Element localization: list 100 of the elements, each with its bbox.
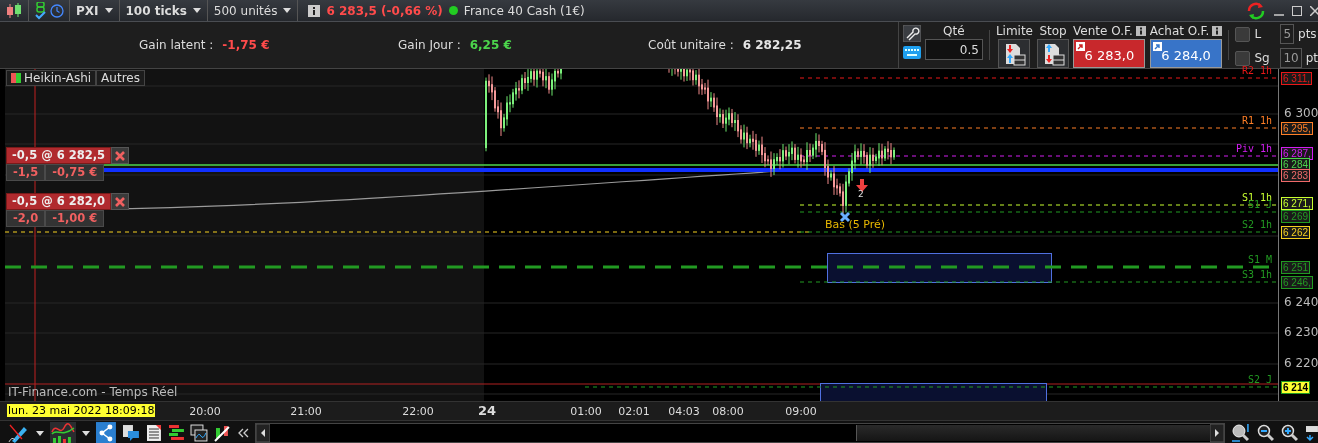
down-arrow-icon [856, 179, 868, 192]
caret-icon [192, 8, 201, 13]
level-label: R2 1h [1241, 65, 1272, 76]
symbol-dropdown[interactable]: PXI [70, 0, 120, 21]
limit-label: Limite [995, 24, 1033, 38]
scroll-right-icon[interactable] [1210, 424, 1225, 442]
summary-value: -1,75 € [222, 38, 270, 52]
price-tick: 6 300 [1284, 106, 1318, 120]
time-tick: 21:00 [289, 405, 323, 418]
zoom-out-icon[interactable] [1257, 424, 1276, 442]
order-pnl: -1,00 € [45, 210, 105, 227]
double-chevron-icon[interactable] [237, 428, 250, 438]
horizontal-scrollbar[interactable] [255, 423, 1226, 443]
info-icon[interactable] [1212, 26, 1223, 36]
cursor-date: lun. 23 mai 2022 18:09:18 [7, 404, 156, 417]
chart-type-button[interactable]: Heikin-Ashi [6, 70, 97, 86]
chart-menu-button[interactable]: Autres [96, 70, 145, 86]
panel-icon[interactable] [1305, 424, 1318, 442]
close-icon [115, 196, 126, 207]
close-icon [115, 150, 126, 161]
option-label: L [1254, 27, 1263, 41]
checkbox[interactable] [1235, 26, 1251, 42]
time-tick: 22:00 [401, 405, 435, 418]
keyboard-icon[interactable] [902, 46, 921, 59]
time-tick: 01:00 [569, 405, 603, 418]
time-tick: 04:03 [667, 405, 701, 418]
buy-button[interactable]: 6 284,0 [1150, 39, 1223, 68]
price-tick: 6 230 [1284, 325, 1318, 339]
heikin-ashi-icon [11, 73, 21, 83]
option-label: Sg [1254, 51, 1271, 65]
link-check-icon[interactable] [34, 1, 47, 20]
bar-list-icon[interactable] [167, 424, 185, 442]
points-unit: pts [1298, 27, 1317, 41]
clock-icon[interactable] [50, 3, 64, 18]
price-badge: 6 262 [1281, 226, 1311, 239]
caret-icon [104, 8, 113, 13]
points-unit: pt [1305, 51, 1318, 65]
caret-icon[interactable] [35, 430, 44, 436]
order-quantity: -1,5 [6, 164, 46, 181]
price-badge: 6 214 [1281, 381, 1311, 394]
level-label: S2 1h [1241, 219, 1272, 230]
price-tick: 6 220 [1284, 356, 1318, 370]
summary-label: Gain latent : [139, 38, 214, 52]
instrument-name: France 40 Cash (1€) [463, 3, 585, 18]
checkbox[interactable] [1235, 50, 1251, 66]
zoom-fit-icon[interactable] [1231, 423, 1252, 443]
order-tag[interactable]: -0,5 @ 6 282,5 [6, 147, 112, 164]
close-icon[interactable] [1310, 5, 1318, 16]
price-badge: 6 269 [1281, 210, 1311, 223]
time-tick: 20:00 [188, 405, 222, 418]
summary-label: Coût unitaire : [648, 38, 734, 52]
quantity-dropdown[interactable]: 500 unités [207, 0, 299, 21]
time-tick: 08:00 [711, 405, 745, 418]
stop-order-button[interactable] [1037, 39, 1069, 68]
info-icon[interactable] [1135, 26, 1146, 36]
document-chat-icon[interactable] [121, 424, 140, 442]
price-badge: 6 251 [1281, 261, 1311, 274]
time-tick: 09:00 [784, 405, 818, 418]
info-icon[interactable] [308, 4, 321, 17]
maximize-icon[interactable] [1292, 5, 1302, 16]
level-label: S3 1h [1241, 269, 1272, 280]
data-source-label: IT-Finance.com - Temps Réel [8, 385, 178, 399]
windows-chart-icon[interactable] [190, 424, 209, 442]
candlestick-icon[interactable] [5, 2, 23, 19]
level-label: R1 1h [1241, 115, 1272, 126]
refresh-icon[interactable] [1246, 1, 1266, 20]
buy-label: Achat O.F. [1149, 24, 1210, 38]
price-badge: 6 295, [1281, 122, 1313, 135]
time-tick: 02:01 [617, 405, 651, 418]
limit-order-button[interactable] [998, 39, 1031, 68]
order-tag[interactable]: -0,5 @ 6 282,0 [6, 193, 112, 210]
stop-label: Stop [1039, 24, 1067, 38]
cancel-order-button[interactable] [111, 193, 130, 210]
arrow-corner-icon [1153, 42, 1163, 51]
caret-icon[interactable] [81, 430, 90, 436]
wrench-icon[interactable] [902, 25, 921, 42]
cancel-order-button[interactable] [111, 147, 130, 164]
price-badge: 6 271, [1281, 197, 1313, 210]
points-field[interactable]: 5 [1280, 24, 1295, 44]
chart-tool-icon[interactable] [214, 424, 232, 442]
level-label: Piv 1h [1235, 143, 1272, 154]
price-badge: 6 283 [1281, 169, 1311, 182]
sell-button[interactable]: 6 283,0 [1073, 39, 1146, 68]
time-tick: 24 [476, 403, 498, 418]
quantity-label: Qté [943, 24, 965, 38]
zoom-in-icon[interactable] [1281, 424, 1300, 442]
share-icon[interactable] [95, 422, 116, 443]
scroll-left-icon[interactable] [256, 424, 271, 442]
price-tick: 6 240 [1284, 295, 1318, 309]
quantity-field[interactable]: 0.5 [924, 39, 983, 60]
indicator-icon[interactable] [49, 422, 76, 443]
points-field[interactable]: 10 [1280, 48, 1302, 68]
list-icon[interactable] [145, 424, 162, 442]
sell-label: Vente O.F. [1073, 24, 1133, 38]
order-quantity: -2,0 [6, 210, 46, 227]
signal-count: 2 [858, 189, 864, 199]
period-dropdown[interactable]: 100 ticks [119, 0, 208, 21]
caret-icon [283, 8, 292, 13]
order-pnl: -0,75 € [45, 164, 105, 181]
summary-value: 6,25 € [469, 38, 512, 52]
